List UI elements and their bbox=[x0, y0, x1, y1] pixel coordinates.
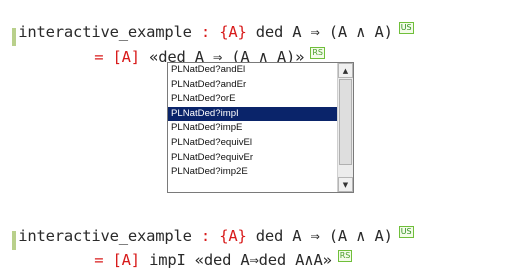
us-status-badge: US bbox=[398, 226, 414, 238]
completion-item[interactable]: PLNatDed?imp2E bbox=[168, 165, 337, 180]
equals-sign: = bbox=[94, 251, 113, 269]
completion-item[interactable]: PLNatDed?equivEl bbox=[168, 136, 337, 151]
completion-items: PLNatDed?andEl PLNatDed?andEr PLNatDed?o… bbox=[168, 63, 337, 192]
context-brackets: [A] bbox=[112, 48, 141, 66]
scroll-up-icon[interactable]: ▲ bbox=[338, 63, 353, 78]
gutter-marker bbox=[12, 231, 16, 250]
completion-item[interactable]: PLNatDed?orE bbox=[168, 92, 337, 107]
context-brackets: [A] bbox=[112, 251, 141, 269]
scroll-down-icon[interactable]: ▼ bbox=[338, 177, 353, 192]
us-status-badge: US bbox=[398, 22, 414, 34]
completion-item[interactable]: PLNatDed?andEr bbox=[168, 78, 337, 93]
proof-text: impI «ded A⇒ded A∧A» bbox=[139, 251, 332, 269]
completion-item[interactable]: PLNatDed?equivEr bbox=[168, 151, 337, 166]
completion-item[interactable]: PLNatDed?andEl bbox=[168, 63, 337, 78]
completion-item-selected[interactable]: PLNatDed?impI bbox=[168, 106, 337, 122]
gutter-marker bbox=[12, 28, 16, 46]
completion-listbox[interactable]: PLNatDed?andEl PLNatDed?andEr PLNatDed?o… bbox=[167, 62, 354, 193]
scrollbar-thumb[interactable] bbox=[339, 79, 352, 165]
code-line-2[interactable]: = [A] «ded A ⇒ (A ∧ A)» RS bbox=[76, 27, 325, 67]
completion-item[interactable]: PLNatDed?impE bbox=[168, 121, 337, 136]
equals-sign: = bbox=[94, 48, 113, 66]
code-line-4[interactable]: = [A] impI «ded A⇒ded A∧A» RS bbox=[76, 230, 353, 270]
rs-status-badge: RS bbox=[310, 47, 325, 59]
vertical-scrollbar[interactable]: ▲ ▼ bbox=[337, 63, 353, 192]
